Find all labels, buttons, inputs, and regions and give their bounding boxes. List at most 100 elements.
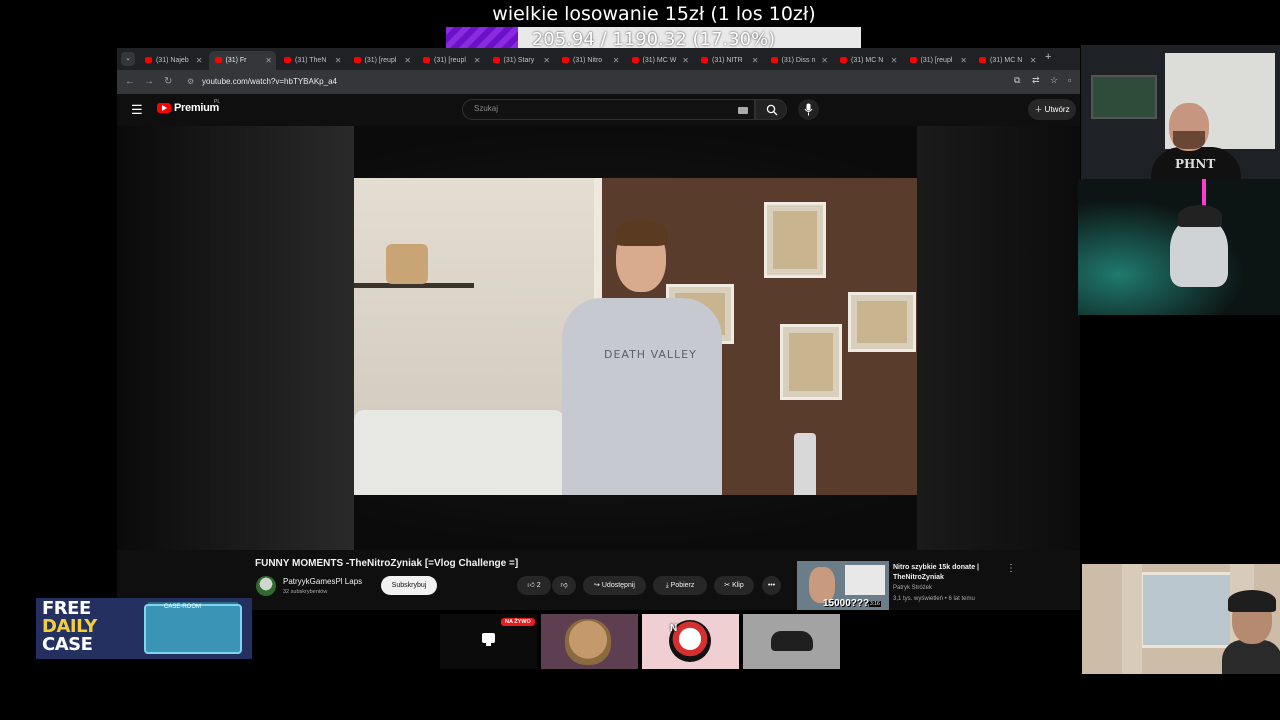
more-vertical-icon[interactable]: ⋮: [1006, 563, 1016, 574]
download-icon: ⤓: [665, 582, 669, 589]
menu-icon[interactable]: ☰: [131, 102, 143, 118]
browser-tab[interactable]: (31) MC N ✕: [973, 51, 1041, 70]
featured-tile-3-text: N: [670, 623, 678, 634]
browser-tab[interactable]: (31) Stary ✕: [487, 51, 555, 70]
search-icon: [766, 104, 778, 116]
tab-strip: ⌄ (31) Najeb ✕ (31) Fr ✕ (31) TheN ✕ (31) [reu…: [117, 48, 1080, 70]
keyboard-icon[interactable]: [738, 107, 748, 114]
browser-tab-label: (31) [reupl: [434, 57, 466, 64]
install-app-icon[interactable]: ⧉: [1014, 75, 1020, 86]
featured-tile-3[interactable]: N: [642, 614, 739, 669]
thumbs-down-icon: 👎︎: [560, 582, 568, 589]
download-button[interactable]: ⤓ Pobierz: [653, 576, 707, 595]
close-tab-icon[interactable]: ✕: [1030, 51, 1037, 70]
video-scene-statue-head: [386, 244, 428, 284]
youtube-logo-icon[interactable]: [157, 103, 171, 113]
close-tab-icon[interactable]: ✕: [196, 51, 203, 70]
create-button[interactable]: ＋ Utwórz: [1028, 99, 1076, 120]
live-stream-icon: [482, 633, 495, 646]
subscribe-button[interactable]: Subskrybuj: [381, 576, 437, 595]
youtube-favicon-icon: [770, 57, 778, 64]
player-ambient-left: [117, 126, 354, 550]
video-player-area[interactable]: DEATH VALLEY: [117, 126, 1080, 550]
close-tab-icon[interactable]: ✕: [474, 51, 481, 70]
thumbs-up-icon: 👍︎: [527, 582, 535, 589]
voice-search-button[interactable]: [798, 99, 819, 120]
webcam-top: PHNT: [1081, 45, 1280, 179]
browser-tab-label: (31) MC N: [990, 57, 1023, 64]
browser-tab-label: (31) [reupl: [920, 57, 953, 64]
close-tab-icon[interactable]: ✕: [960, 51, 967, 70]
featured-tile-2[interactable]: [541, 614, 638, 669]
browser-tab[interactable]: (31) Najeb ✕: [139, 51, 207, 70]
search-placeholder: Szukaj: [474, 104, 499, 113]
close-tab-icon[interactable]: ✕: [335, 51, 342, 70]
url-field[interactable]: youtube.com/watch?v=hbTYBAKp_a4: [202, 74, 337, 90]
browser-tab[interactable]: (31) Fr ✕: [208, 51, 276, 70]
channel-avatar[interactable]: [256, 576, 276, 596]
video-scene-sofa: [354, 410, 564, 495]
close-tab-icon[interactable]: ✕: [543, 51, 550, 70]
microphone-icon: [804, 103, 813, 116]
webcam-middle-cap: [1178, 205, 1222, 227]
subscriber-count: 32 subskrybentów: [283, 589, 328, 595]
browser-tab-label: (31) MC W: [642, 57, 677, 64]
more-actions-button[interactable]: •••: [762, 576, 781, 595]
browser-tab-label: (31) TheN: [295, 57, 327, 64]
close-tab-icon[interactable]: ✕: [265, 51, 272, 70]
site-info-icon[interactable]: ⚙: [187, 77, 194, 86]
video-person-body: [562, 298, 722, 495]
featured-tile-4[interactable]: [743, 614, 840, 669]
recommended-duration: 3:16: [869, 601, 881, 607]
youtube-region-code: PL: [214, 99, 221, 105]
browser-tab[interactable]: (31) Nitro ✕: [556, 51, 624, 70]
back-icon[interactable]: ←: [125, 76, 135, 87]
browser-tab[interactable]: (31) [reupl ✕: [904, 51, 972, 70]
recommended-channel[interactable]: Patryk Stróżek: [893, 585, 932, 591]
new-tab-button[interactable]: +: [1045, 51, 1051, 63]
browser-tab[interactable]: (31) [reupl ✕: [348, 51, 416, 70]
browser-tab[interactable]: (31) MC W ✕: [626, 51, 694, 70]
webcam-top-shirt-text: PHNT: [1175, 157, 1216, 171]
browser-tab[interactable]: (31) MC N ✕: [834, 51, 902, 70]
forward-icon[interactable]: →: [144, 76, 154, 87]
browser-tab-label: (31) NITR: [712, 57, 743, 64]
bookmark-star-icon[interactable]: ☆: [1050, 75, 1058, 86]
translate-icon[interactable]: ⇄: [1032, 75, 1040, 86]
extension-icon[interactable]: ▫: [1068, 75, 1071, 85]
close-tab-icon[interactable]: ✕: [752, 51, 759, 70]
video-scene-picture-3: [848, 292, 916, 352]
featured-live-tile[interactable]: NA ŻYWO: [440, 614, 537, 669]
webcam-middle: [1078, 179, 1280, 315]
close-tab-icon[interactable]: ✕: [682, 51, 689, 70]
browser-tab[interactable]: (31) [reupl ✕: [417, 51, 485, 70]
reload-icon[interactable]: ↻: [164, 76, 172, 87]
clip-button[interactable]: ✂ Klip: [714, 576, 754, 595]
browser-tab[interactable]: (31) Diss n ✕: [765, 51, 833, 70]
browser-tab[interactable]: (31) NITR ✕: [695, 51, 763, 70]
search-box[interactable]: Szukaj: [462, 99, 755, 120]
search-button[interactable]: [755, 99, 787, 120]
recommended-title[interactable]: Nitro szybkie 15k donate | TheNitroZynia…: [893, 563, 993, 583]
close-tab-icon[interactable]: ✕: [404, 51, 411, 70]
share-button[interactable]: ↪ Udostępnij: [583, 576, 646, 595]
close-tab-icon[interactable]: ✕: [821, 51, 828, 70]
like-button[interactable]: 👍︎ 2: [517, 576, 551, 595]
goal-title: wielkie losowanie 15zł (1 los 10zł): [492, 3, 816, 25]
tab-search-button[interactable]: ⌄: [121, 52, 135, 66]
free-daily-case-banner[interactable]: CASE-ROOM FREE DAILY CASE: [36, 598, 252, 659]
browser-tab[interactable]: (31) TheN ✕: [278, 51, 346, 70]
channel-name[interactable]: PatryykGamesPl Laps: [283, 577, 362, 586]
dislike-button[interactable]: 👎︎: [552, 576, 576, 595]
browser-tab-label: (31) Nitro: [573, 57, 603, 64]
youtube-favicon-icon: [492, 57, 500, 64]
webcam-bottom-window: [1140, 572, 1236, 648]
close-tab-icon[interactable]: ✕: [613, 51, 620, 70]
address-toolbar: ← → ↻ ⚙ youtube.com/watch?v=hbTYBAKp_a4 …: [117, 70, 1080, 94]
featured-avatar-2: [565, 619, 611, 665]
recommended-thumbnail[interactable]: 15000??? 3:16: [797, 561, 889, 610]
close-tab-icon[interactable]: ✕: [891, 51, 898, 70]
recommended-meta: 3,1 tys. wyświetleń • 6 lat temu: [893, 596, 975, 602]
video-frame[interactable]: DEATH VALLEY: [354, 178, 917, 495]
youtube-logo-text[interactable]: Premium: [174, 102, 219, 114]
